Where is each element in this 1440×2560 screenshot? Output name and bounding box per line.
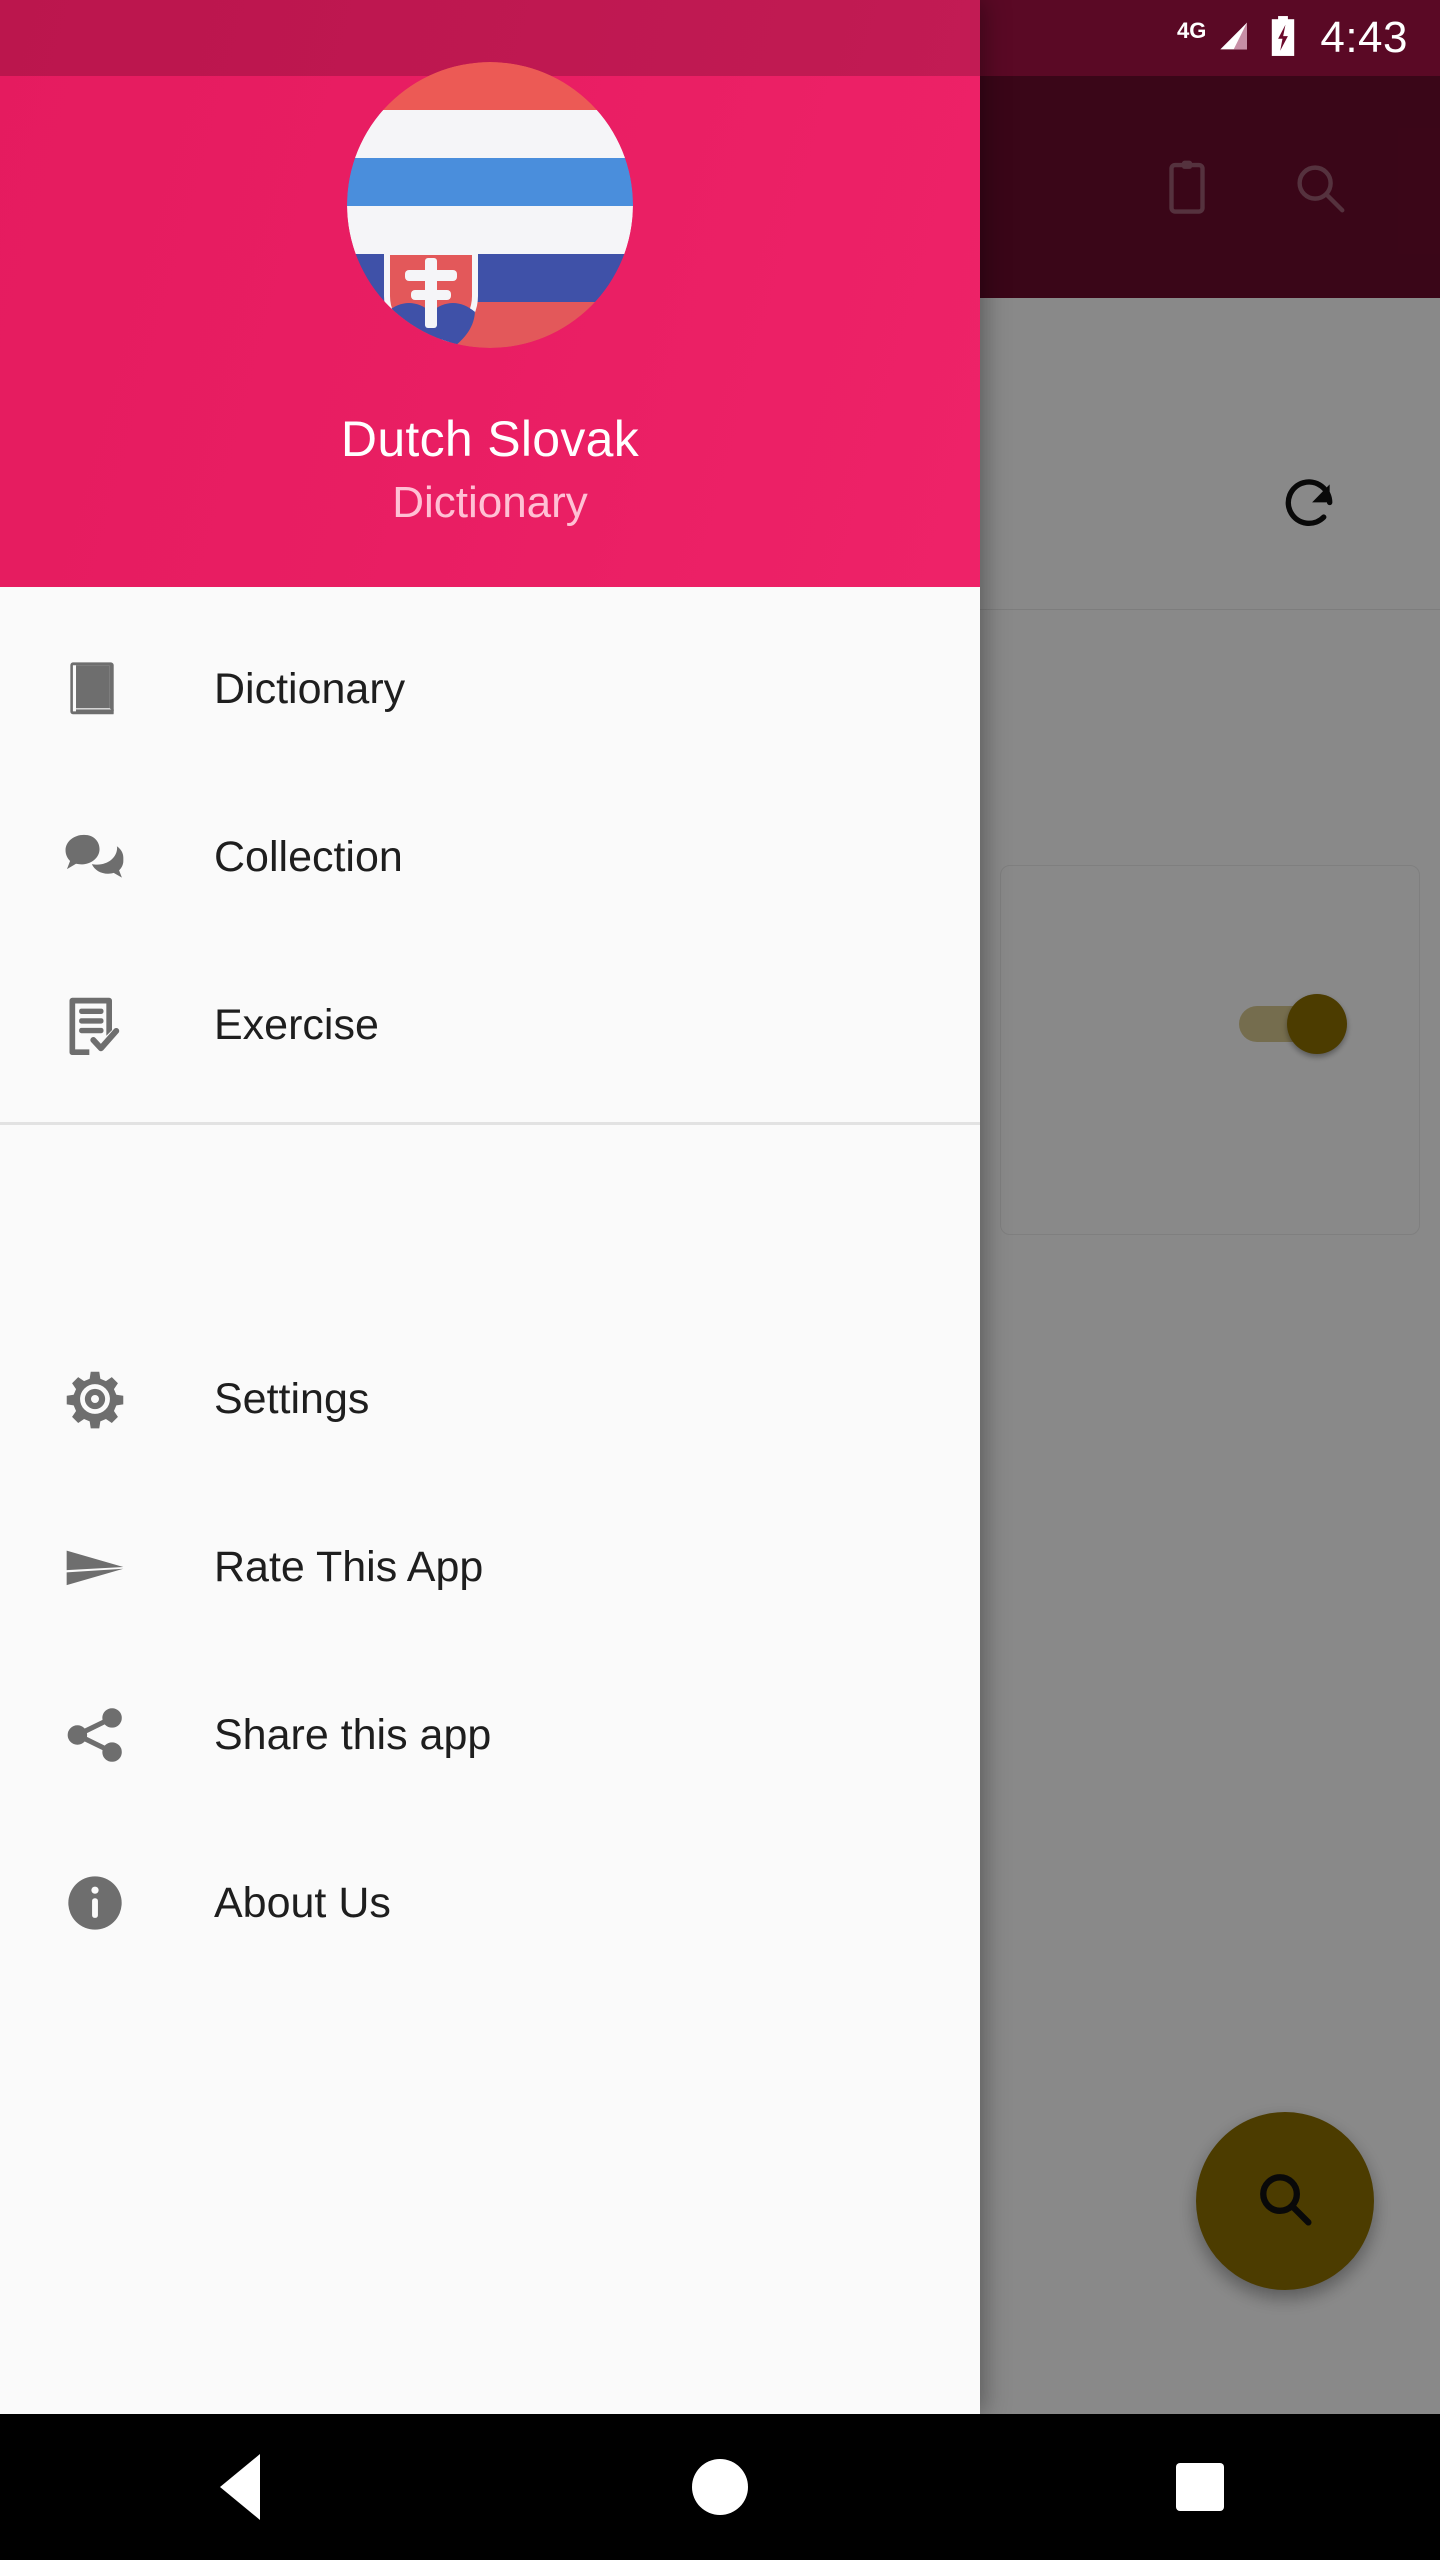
chat-bubbles-icon xyxy=(58,820,132,894)
status-bar: 4G 4:43 xyxy=(0,0,1440,76)
drawer-header: Dutch Slovak Dictionary xyxy=(0,0,980,587)
menu-item-exercise[interactable]: Exercise xyxy=(0,941,980,1109)
menu-item-collection[interactable]: Collection xyxy=(0,773,980,941)
menu-item-label: About Us xyxy=(214,1878,391,1927)
signal-bars-icon xyxy=(1212,16,1252,61)
menu-item-settings[interactable]: Settings xyxy=(0,1315,980,1483)
battery-charging-icon xyxy=(1266,15,1300,62)
send-icon xyxy=(58,1530,132,1604)
info-circle-icon xyxy=(58,1866,132,1940)
recents-button[interactable] xyxy=(1050,2414,1350,2560)
menu-item-about-us[interactable]: About Us xyxy=(0,1819,980,1987)
back-triangle-icon xyxy=(220,2454,260,2520)
menu-item-label: Exercise xyxy=(214,1000,379,1049)
home-circle-icon xyxy=(692,2459,748,2515)
navigation-drawer: Dutch Slovak Dictionary Dictionary Colle xyxy=(0,0,980,2414)
menu-item-rate-this-app[interactable]: Rate This App xyxy=(0,1483,980,1651)
recents-square-icon xyxy=(1176,2463,1224,2511)
home-button[interactable] xyxy=(570,2414,870,2560)
back-button[interactable] xyxy=(90,2414,390,2560)
menu-item-dictionary[interactable]: Dictionary xyxy=(0,605,980,773)
menu-item-label: Dictionary xyxy=(214,664,406,713)
menu-item-label: Collection xyxy=(214,832,403,881)
dutch-slovak-flag-avatar xyxy=(347,62,633,348)
gear-icon xyxy=(58,1362,132,1436)
drawer-menu: Dictionary Collection Exercise Settings … xyxy=(0,587,980,1987)
menu-group-secondary: Settings Rate This App Share this app Ab… xyxy=(0,1125,980,1987)
menu-item-label: Rate This App xyxy=(214,1542,484,1591)
share-icon xyxy=(58,1698,132,1772)
menu-item-label: Share this app xyxy=(214,1710,492,1759)
app-title: Dutch Slovak xyxy=(340,411,640,467)
network-type-label: 4G xyxy=(1177,18,1207,43)
clock-label: 4:43 xyxy=(1320,13,1408,62)
document-check-icon xyxy=(58,988,132,1062)
book-icon xyxy=(58,652,132,726)
menu-item-share-this-app[interactable]: Share this app xyxy=(0,1651,980,1819)
app-subtitle: Dictionary xyxy=(392,478,588,527)
menu-item-label: Settings xyxy=(214,1374,370,1423)
android-navigation-bar xyxy=(0,2414,1440,2560)
